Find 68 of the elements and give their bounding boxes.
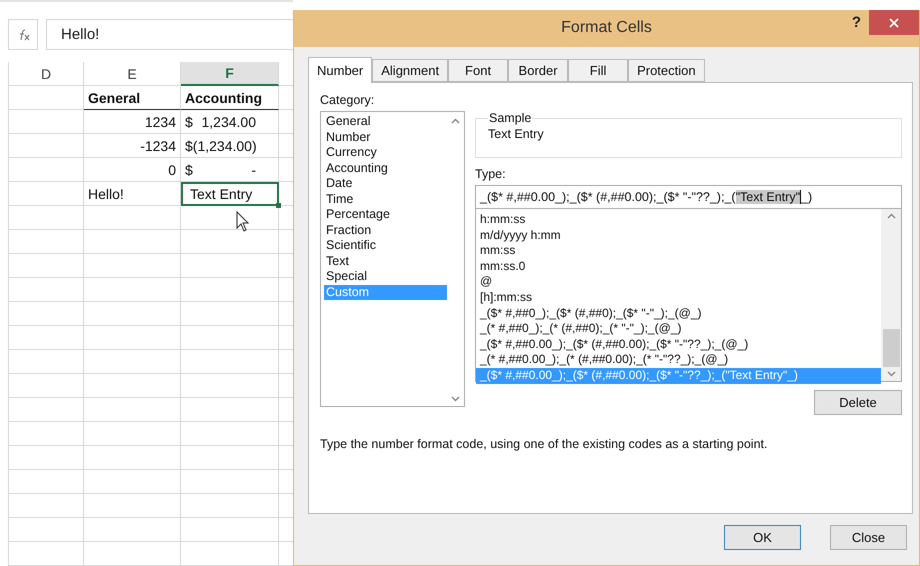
number-cell: -1234 [84,134,181,158]
category-item[interactable]: Fraction [324,222,447,238]
sample-label: Sample [488,111,532,125]
scroll-up-icon[interactable] [886,213,896,219]
tab[interactable]: Fill [568,59,628,82]
cell-text: Hello! [88,186,124,202]
type-label: Type: [475,167,507,181]
category-item[interactable]: Percentage [324,207,447,222]
scroll-up-icon[interactable] [451,118,460,124]
format-item[interactable]: _(* #,##0.00_);_(* (#,##0.00);_(* "-"??_);_(@_) [476,352,881,368]
column-header-cell: General [84,86,181,110]
scroll-down-icon[interactable] [886,371,896,377]
tab[interactable]: Alignment [372,59,448,82]
category-list[interactable]: General Number Currency Accounting Date Time Percentage Fraction Scientific Text Special Custom [320,111,465,407]
formula-input[interactable]: Hello! [46,19,293,50]
column-header[interactable]: F [181,62,279,86]
format-item[interactable]: _(* #,##0_);_(* (#,##0);_(* "-"_);_(@_) [476,321,881,337]
number-cell: 0 [84,158,181,182]
category-item[interactable]: Currency [324,145,447,160]
format-list[interactable] [475,209,902,382]
currency-symbol: $ [185,114,193,130]
number-cell: 1234 [84,110,181,134]
delete-button[interactable]: Delete [814,390,902,415]
category-item[interactable]: Date [324,176,447,192]
column-header[interactable]: D [9,62,84,86]
category-item[interactable]: Special [324,269,447,284]
category-item[interactable]: General [324,114,447,130]
category-item[interactable]: Text [324,254,447,269]
amount-text: - [251,162,256,178]
function-button[interactable] [8,19,38,50]
type-input[interactable]: _($* #,##0.00_);_($* (#,##0.00);_($* "-"??_);_("Text Entry"_) [475,185,902,209]
close-button[interactable] [869,10,919,35]
close-dialog-button[interactable]: Close [830,525,907,550]
cell-text: Text Entry [190,186,252,202]
format-item[interactable]: h:mm:ss [476,212,881,228]
category-item[interactable]: Accounting [324,160,447,176]
category-item[interactable]: Time [324,192,447,207]
sample-value: Text Entry [488,127,545,141]
amount-text: (1,234.00) [192,138,257,154]
format-item[interactable]: mm:ss.0 [476,258,881,274]
format-item[interactable]: _($* #,##0_);_($* (#,##0);_($* "-"_);_(@_) [476,306,881,322]
format-item[interactable]: mm:ss [476,243,881,259]
column-header-cell: Accounting [181,86,279,110]
category-item[interactable]: Number [324,130,447,145]
format-item[interactable]: _($* #,##0.00_);_($* (#,##0.00);_($* "-"??_);_(@_) [476,336,881,352]
scroll-down-icon[interactable] [451,396,460,402]
dialog-title: Format Cells [561,19,652,37]
tab[interactable]: Number [308,57,372,83]
category-item[interactable]: Scientific [324,238,447,254]
currency-symbol: $ [185,138,193,154]
amount-text: 1,234.00 [202,114,256,130]
scrollbar[interactable] [881,209,901,381]
ok-button[interactable]: OK [724,525,801,550]
tab[interactable]: Border [508,59,568,82]
tab[interactable]: Font [448,59,508,82]
help-button[interactable]: ? [852,14,861,31]
scroll-thumb[interactable] [882,329,900,367]
format-item[interactable]: [h]:mm:ss [476,290,881,306]
tab[interactable]: Protection [628,59,705,82]
category-label: Category: [320,93,376,107]
currency-symbol: $ [185,162,193,178]
fill-handle[interactable] [276,203,281,208]
format-item[interactable]: @ [476,274,881,290]
close-icon [889,18,899,28]
mouse-cursor-icon [236,211,250,233]
format-item[interactable]: m/d/yyyy h:mm [476,228,881,244]
column-header[interactable]: E [84,62,181,86]
hint-text: Type the number format code, using one of the existing codes as a starting point. [320,437,768,451]
